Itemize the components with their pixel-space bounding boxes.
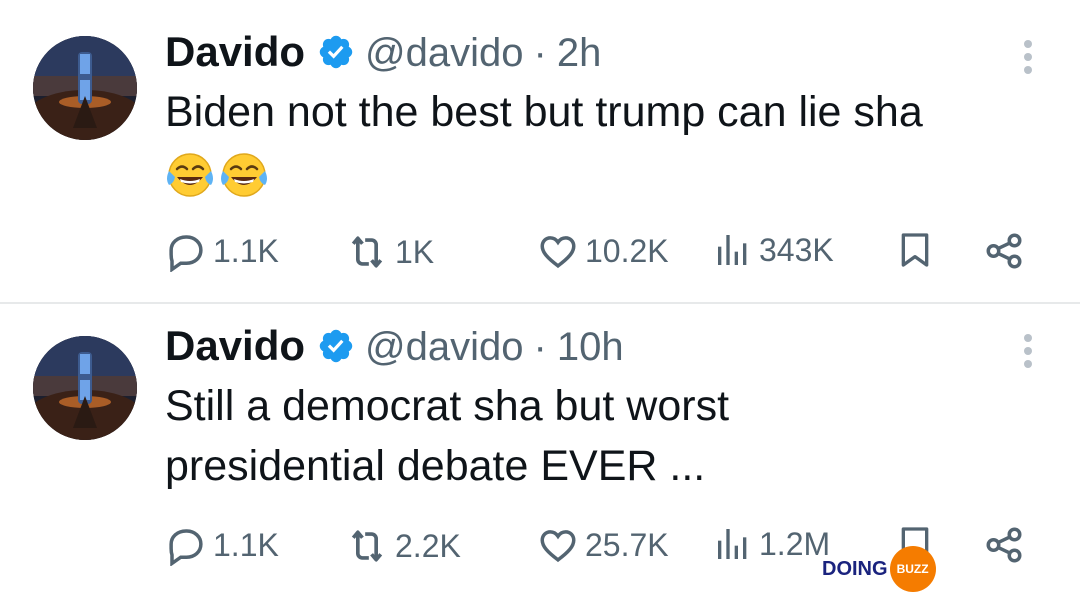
- repost-count: 2.2K: [395, 527, 461, 564]
- author-name[interactable]: Davido: [165, 322, 305, 370]
- separator: ·: [533, 325, 547, 369]
- bookmark-button[interactable]: [895, 230, 935, 270]
- face-with-tears-of-joy-icon: [219, 151, 269, 199]
- reply-count: 1.1K: [213, 232, 279, 269]
- avatar-image: [33, 336, 137, 440]
- repost-icon: [345, 524, 389, 568]
- timestamp[interactable]: 2h: [557, 31, 602, 76]
- views-count: 343K: [759, 231, 834, 268]
- separator: ·: [533, 31, 547, 75]
- watermark-logo: DOING BUZZ: [822, 546, 936, 592]
- reply-count: 1.1K: [213, 526, 279, 563]
- reply-button[interactable]: 1.1K: [165, 230, 279, 272]
- tweet-text: Still a democrat sha but worst president…: [165, 376, 1045, 496]
- author-name[interactable]: Davido: [165, 28, 305, 76]
- tweet-header: Davido @davido · 2h: [165, 28, 601, 76]
- watermark-badge: BUZZ: [889, 546, 936, 592]
- views-chart-icon: [713, 524, 753, 564]
- more-options-icon[interactable]: [1022, 334, 1034, 372]
- like-button[interactable]: 25.7K: [537, 524, 669, 566]
- reply-icon: [165, 524, 207, 566]
- repost-icon: [345, 230, 389, 274]
- reply-icon: [165, 230, 207, 272]
- share-button[interactable]: [983, 230, 1025, 272]
- like-count: 25.7K: [585, 526, 669, 563]
- emoji-group: [165, 151, 269, 199]
- action-bar: 1.1K 1K 10.2K 343K: [165, 230, 1035, 276]
- share-icon: [983, 524, 1025, 566]
- reply-button[interactable]: 1.1K: [165, 524, 279, 566]
- tweet-text-line-1: Still a democrat sha but worst: [165, 382, 730, 430]
- verified-badge-icon: [317, 327, 355, 365]
- repost-count: 1K: [395, 233, 435, 270]
- share-icon: [983, 230, 1025, 272]
- heart-icon: [537, 524, 579, 566]
- tweet-text-content: Biden not the best but trump can lie sha: [165, 88, 923, 136]
- share-button[interactable]: [983, 524, 1025, 566]
- repost-button[interactable]: 2.2K: [345, 524, 461, 568]
- heart-icon: [537, 230, 579, 272]
- views-button[interactable]: 1.2M: [713, 524, 830, 564]
- tweet-header: Davido @davido · 10h: [165, 322, 624, 370]
- like-count: 10.2K: [585, 232, 669, 269]
- views-count: 1.2M: [759, 525, 831, 562]
- more-options-icon[interactable]: [1022, 40, 1034, 78]
- views-chart-icon: [713, 230, 753, 270]
- author-handle[interactable]: @davido: [365, 325, 523, 370]
- repost-button[interactable]: 1K: [345, 230, 434, 274]
- face-with-tears-of-joy-icon: [165, 151, 215, 199]
- watermark-text: DOING: [822, 557, 888, 580]
- bookmark-icon: [895, 230, 935, 270]
- views-button[interactable]: 343K: [713, 230, 834, 270]
- timestamp[interactable]: 10h: [557, 325, 624, 370]
- verified-badge-icon: [317, 33, 355, 71]
- avatar[interactable]: [33, 336, 137, 440]
- like-button[interactable]: 10.2K: [537, 230, 669, 272]
- tweet-text: Biden not the best but trump can lie sha: [165, 82, 1045, 202]
- author-handle[interactable]: @davido: [365, 31, 523, 76]
- avatar-image: [33, 36, 137, 140]
- avatar[interactable]: [33, 36, 137, 140]
- tweet[interactable]: Davido @davido · 2h Biden not the best b…: [0, 0, 1080, 303]
- tweet-text-line-2: presidential debate EVER ...: [165, 442, 706, 490]
